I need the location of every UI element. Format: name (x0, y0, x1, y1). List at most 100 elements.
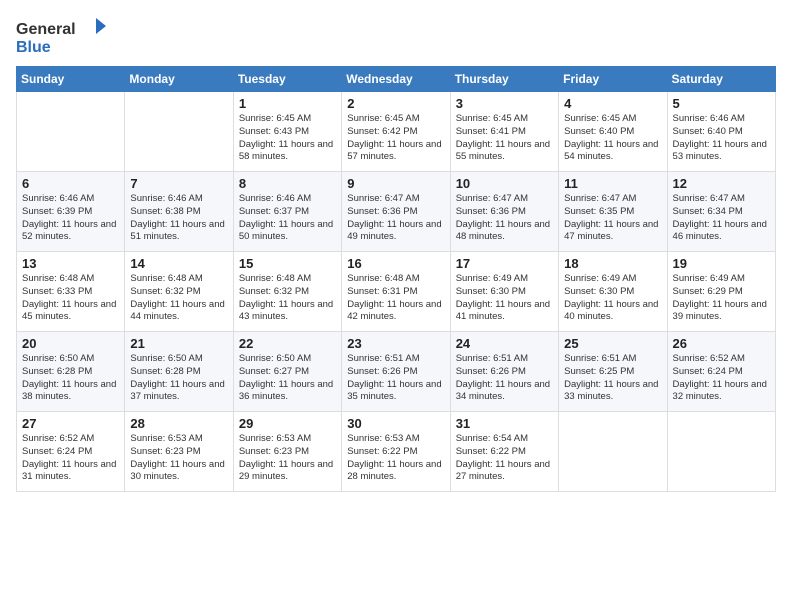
day-number: 1 (239, 96, 336, 111)
calendar-cell: 10 Sunrise: 6:47 AM Sunset: 6:36 PM Dayli… (450, 172, 558, 252)
cell-text: Sunrise: 6:50 AM Sunset: 6:27 PM Dayligh… (239, 353, 336, 404)
calendar-week-row: 20 Sunrise: 6:50 AM Sunset: 6:28 PM Dayli… (17, 332, 776, 412)
day-number: 2 (347, 96, 444, 111)
day-number: 12 (673, 176, 770, 191)
day-number: 20 (22, 336, 119, 351)
day-number: 8 (239, 176, 336, 191)
day-number: 4 (564, 96, 661, 111)
calendar-cell: 23Sunrise: 6:51 AM Sunset: 6:26 PM Dayli… (342, 332, 450, 412)
cell-text: Sunrise: 6:53 AM Sunset: 6:23 PM Dayligh… (239, 433, 336, 484)
calendar-cell: 21Sunrise: 6:50 AM Sunset: 6:28 PM Dayli… (125, 332, 233, 412)
cell-text: Sunrise: 6:52 AM Sunset: 6:24 PM Dayligh… (673, 353, 770, 404)
calendar-cell: 27Sunrise: 6:52 AM Sunset: 6:24 PM Dayli… (17, 412, 125, 492)
calendar-cell: 29 Sunrise: 6:53 AM Sunset: 6:23 PM Dayli… (233, 412, 341, 492)
cell-text: Sunrise: 6:48 AM Sunset: 6:31 PM Dayligh… (347, 273, 444, 324)
calendar-cell: 9 Sunrise: 6:47 AM Sunset: 6:36 PM Daylig… (342, 172, 450, 252)
calendar-cell: 3 Sunrise: 6:45 AM Sunset: 6:41 PM Daylig… (450, 92, 558, 172)
logo: GeneralBlue (16, 16, 106, 56)
calendar-cell (559, 412, 667, 492)
calendar-cell: 7Sunrise: 6:46 AM Sunset: 6:38 PM Daylig… (125, 172, 233, 252)
calendar-cell: 28 Sunrise: 6:53 AM Sunset: 6:23 PM Dayli… (125, 412, 233, 492)
weekday-header: Saturday (667, 67, 775, 92)
cell-text: Sunrise: 6:50 AM Sunset: 6:28 PM Dayligh… (22, 353, 119, 404)
svg-text:General: General (16, 21, 76, 38)
day-number: 14 (130, 256, 227, 271)
logo-svg: GeneralBlue (16, 16, 106, 56)
cell-text: Sunrise: 6:53 AM Sunset: 6:23 PM Dayligh… (130, 433, 227, 484)
cell-text: Sunrise: 6:47 AM Sunset: 6:36 PM Dayligh… (347, 193, 444, 244)
cell-text: Sunrise: 6:50 AM Sunset: 6:28 PM Dayligh… (130, 353, 227, 404)
calendar-cell: 13 Sunrise: 6:48 AM Sunset: 6:33 PM Dayli… (17, 252, 125, 332)
cell-text: Sunrise: 6:49 AM Sunset: 6:30 PM Dayligh… (564, 273, 661, 324)
day-number: 19 (673, 256, 770, 271)
calendar-cell: 12 Sunrise: 6:47 AM Sunset: 6:34 PM Dayli… (667, 172, 775, 252)
cell-text: Sunrise: 6:46 AM Sunset: 6:40 PM Dayligh… (673, 113, 770, 164)
calendar-cell (667, 412, 775, 492)
calendar-cell: 22 Sunrise: 6:50 AM Sunset: 6:27 PM Dayli… (233, 332, 341, 412)
cell-text: Sunrise: 6:45 AM Sunset: 6:43 PM Dayligh… (239, 113, 336, 164)
cell-text: Sunrise: 6:45 AM Sunset: 6:42 PM Dayligh… (347, 113, 444, 164)
calendar-cell: 11 Sunrise: 6:47 AM Sunset: 6:35 PM Dayli… (559, 172, 667, 252)
calendar-cell: 8 Sunrise: 6:46 AM Sunset: 6:37 PM Daylig… (233, 172, 341, 252)
weekday-header-row: SundayMondayTuesdayWednesdayThursdayFrid… (17, 67, 776, 92)
day-number: 11 (564, 176, 661, 191)
calendar-cell: 30 Sunrise: 6:53 AM Sunset: 6:22 PM Dayli… (342, 412, 450, 492)
day-number: 29 (239, 416, 336, 431)
calendar-table: SundayMondayTuesdayWednesdayThursdayFrid… (16, 66, 776, 492)
weekday-header: Sunday (17, 67, 125, 92)
calendar-cell: 19Sunrise: 6:49 AM Sunset: 6:29 PM Dayli… (667, 252, 775, 332)
cell-text: Sunrise: 6:53 AM Sunset: 6:22 PM Dayligh… (347, 433, 444, 484)
calendar-cell: 4 Sunrise: 6:45 AM Sunset: 6:40 PM Daylig… (559, 92, 667, 172)
calendar-cell: 17 Sunrise: 6:49 AM Sunset: 6:30 PM Dayli… (450, 252, 558, 332)
day-number: 30 (347, 416, 444, 431)
cell-text: Sunrise: 6:49 AM Sunset: 6:30 PM Dayligh… (456, 273, 553, 324)
day-number: 17 (456, 256, 553, 271)
day-number: 15 (239, 256, 336, 271)
day-number: 6 (22, 176, 119, 191)
page-header: GeneralBlue (16, 16, 776, 56)
day-number: 3 (456, 96, 553, 111)
calendar-week-row: 1 Sunrise: 6:45 AM Sunset: 6:43 PM Daylig… (17, 92, 776, 172)
day-number: 9 (347, 176, 444, 191)
calendar-cell (125, 92, 233, 172)
day-number: 22 (239, 336, 336, 351)
cell-text: Sunrise: 6:47 AM Sunset: 6:36 PM Dayligh… (456, 193, 553, 244)
calendar-cell: 15Sunrise: 6:48 AM Sunset: 6:32 PM Dayli… (233, 252, 341, 332)
cell-text: Sunrise: 6:48 AM Sunset: 6:33 PM Dayligh… (22, 273, 119, 324)
weekday-header: Tuesday (233, 67, 341, 92)
calendar-cell: 5Sunrise: 6:46 AM Sunset: 6:40 PM Daylig… (667, 92, 775, 172)
day-number: 26 (673, 336, 770, 351)
cell-text: Sunrise: 6:47 AM Sunset: 6:35 PM Dayligh… (564, 193, 661, 244)
cell-text: Sunrise: 6:45 AM Sunset: 6:40 PM Dayligh… (564, 113, 661, 164)
day-number: 23 (347, 336, 444, 351)
cell-text: Sunrise: 6:45 AM Sunset: 6:41 PM Dayligh… (456, 113, 553, 164)
day-number: 10 (456, 176, 553, 191)
calendar-cell: 2 Sunrise: 6:45 AM Sunset: 6:42 PM Daylig… (342, 92, 450, 172)
cell-text: Sunrise: 6:54 AM Sunset: 6:22 PM Dayligh… (456, 433, 553, 484)
calendar-cell: 1 Sunrise: 6:45 AM Sunset: 6:43 PM Daylig… (233, 92, 341, 172)
day-number: 28 (130, 416, 227, 431)
cell-text: Sunrise: 6:51 AM Sunset: 6:26 PM Dayligh… (456, 353, 553, 404)
cell-text: Sunrise: 6:46 AM Sunset: 6:39 PM Dayligh… (22, 193, 119, 244)
weekday-header: Monday (125, 67, 233, 92)
calendar-cell: 14Sunrise: 6:48 AM Sunset: 6:32 PM Dayli… (125, 252, 233, 332)
day-number: 13 (22, 256, 119, 271)
day-number: 27 (22, 416, 119, 431)
day-number: 16 (347, 256, 444, 271)
calendar-cell: 18 Sunrise: 6:49 AM Sunset: 6:30 PM Dayli… (559, 252, 667, 332)
cell-text: Sunrise: 6:47 AM Sunset: 6:34 PM Dayligh… (673, 193, 770, 244)
day-number: 24 (456, 336, 553, 351)
calendar-cell: 24 Sunrise: 6:51 AM Sunset: 6:26 PM Dayli… (450, 332, 558, 412)
cell-text: Sunrise: 6:46 AM Sunset: 6:37 PM Dayligh… (239, 193, 336, 244)
calendar-week-row: 27Sunrise: 6:52 AM Sunset: 6:24 PM Dayli… (17, 412, 776, 492)
calendar-cell (17, 92, 125, 172)
day-number: 25 (564, 336, 661, 351)
calendar-cell: 25Sunrise: 6:51 AM Sunset: 6:25 PM Dayli… (559, 332, 667, 412)
weekday-header: Friday (559, 67, 667, 92)
day-number: 7 (130, 176, 227, 191)
calendar-cell: 31Sunrise: 6:54 AM Sunset: 6:22 PM Dayli… (450, 412, 558, 492)
calendar-week-row: 6 Sunrise: 6:46 AM Sunset: 6:39 PM Daylig… (17, 172, 776, 252)
calendar-cell: 26 Sunrise: 6:52 AM Sunset: 6:24 PM Dayli… (667, 332, 775, 412)
day-number: 18 (564, 256, 661, 271)
weekday-header: Thursday (450, 67, 558, 92)
